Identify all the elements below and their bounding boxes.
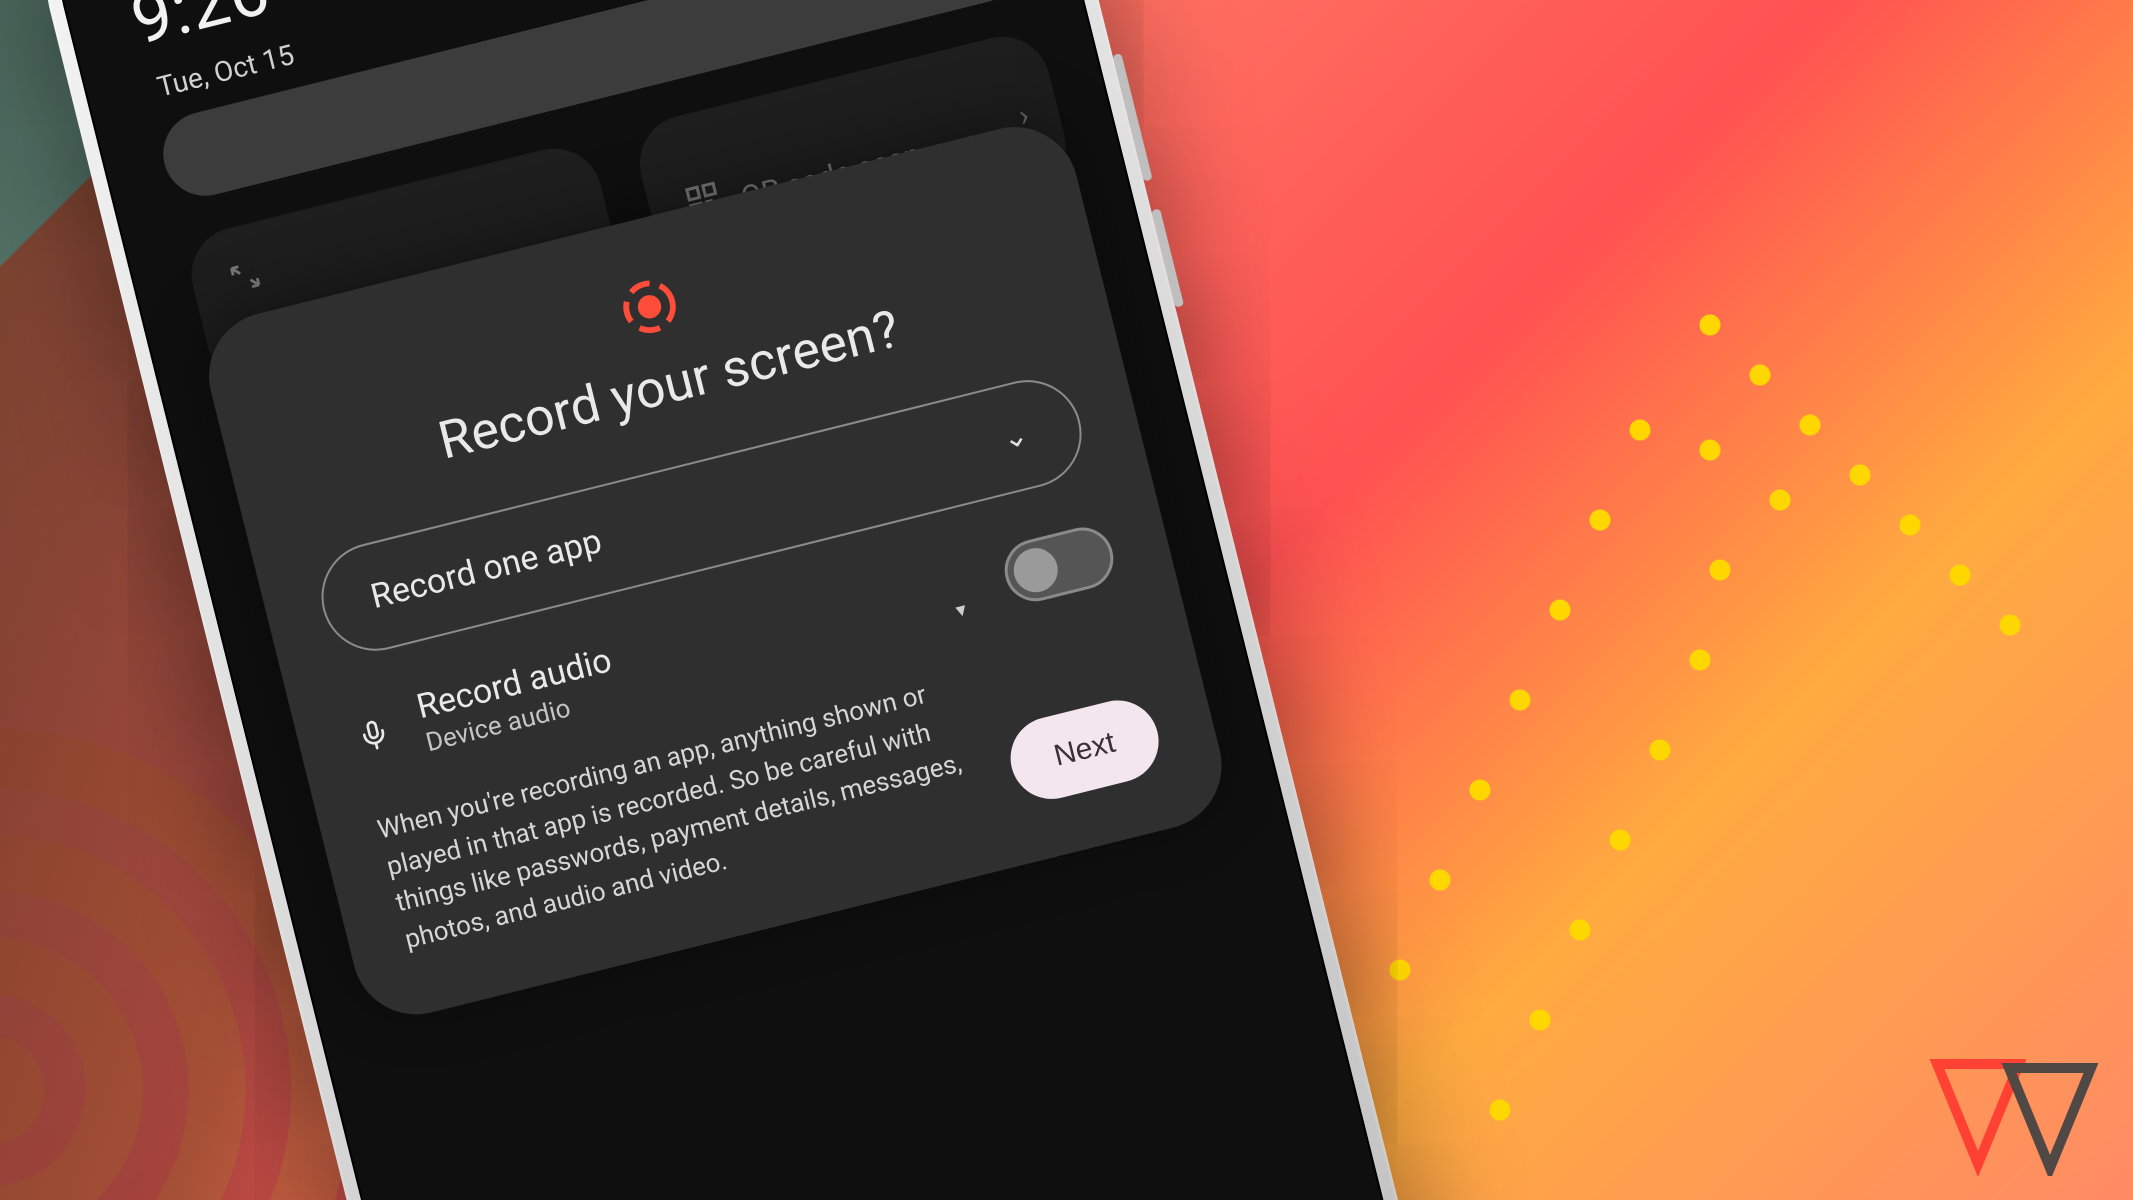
record-audio-toggle[interactable] [998,521,1120,608]
record-mode-label: Record one app [367,521,606,617]
microphone-icon [352,715,397,755]
chevron-down-icon: ⌄ [999,417,1032,457]
toggle-knob [1009,544,1062,597]
autorotate-icon [225,256,266,297]
